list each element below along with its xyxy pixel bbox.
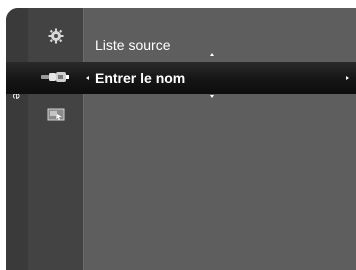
osd-menu: Entrée bbox=[6, 8, 356, 270]
category-strip: Entrée bbox=[6, 8, 28, 270]
back-indicator bbox=[86, 76, 89, 80]
input-connector-icon[interactable] bbox=[40, 69, 70, 85]
menu-item-source-list[interactable]: Liste source bbox=[95, 37, 170, 53]
picture-in-picture-icon[interactable] bbox=[47, 108, 65, 123]
gear-icon[interactable] bbox=[48, 28, 64, 44]
icon-column bbox=[28, 8, 84, 270]
menu-item-edit-name[interactable]: Entrer le nom bbox=[95, 70, 185, 86]
scroll-down-indicator bbox=[210, 95, 214, 98]
enter-indicator bbox=[346, 76, 349, 80]
scroll-up-indicator bbox=[210, 53, 214, 56]
